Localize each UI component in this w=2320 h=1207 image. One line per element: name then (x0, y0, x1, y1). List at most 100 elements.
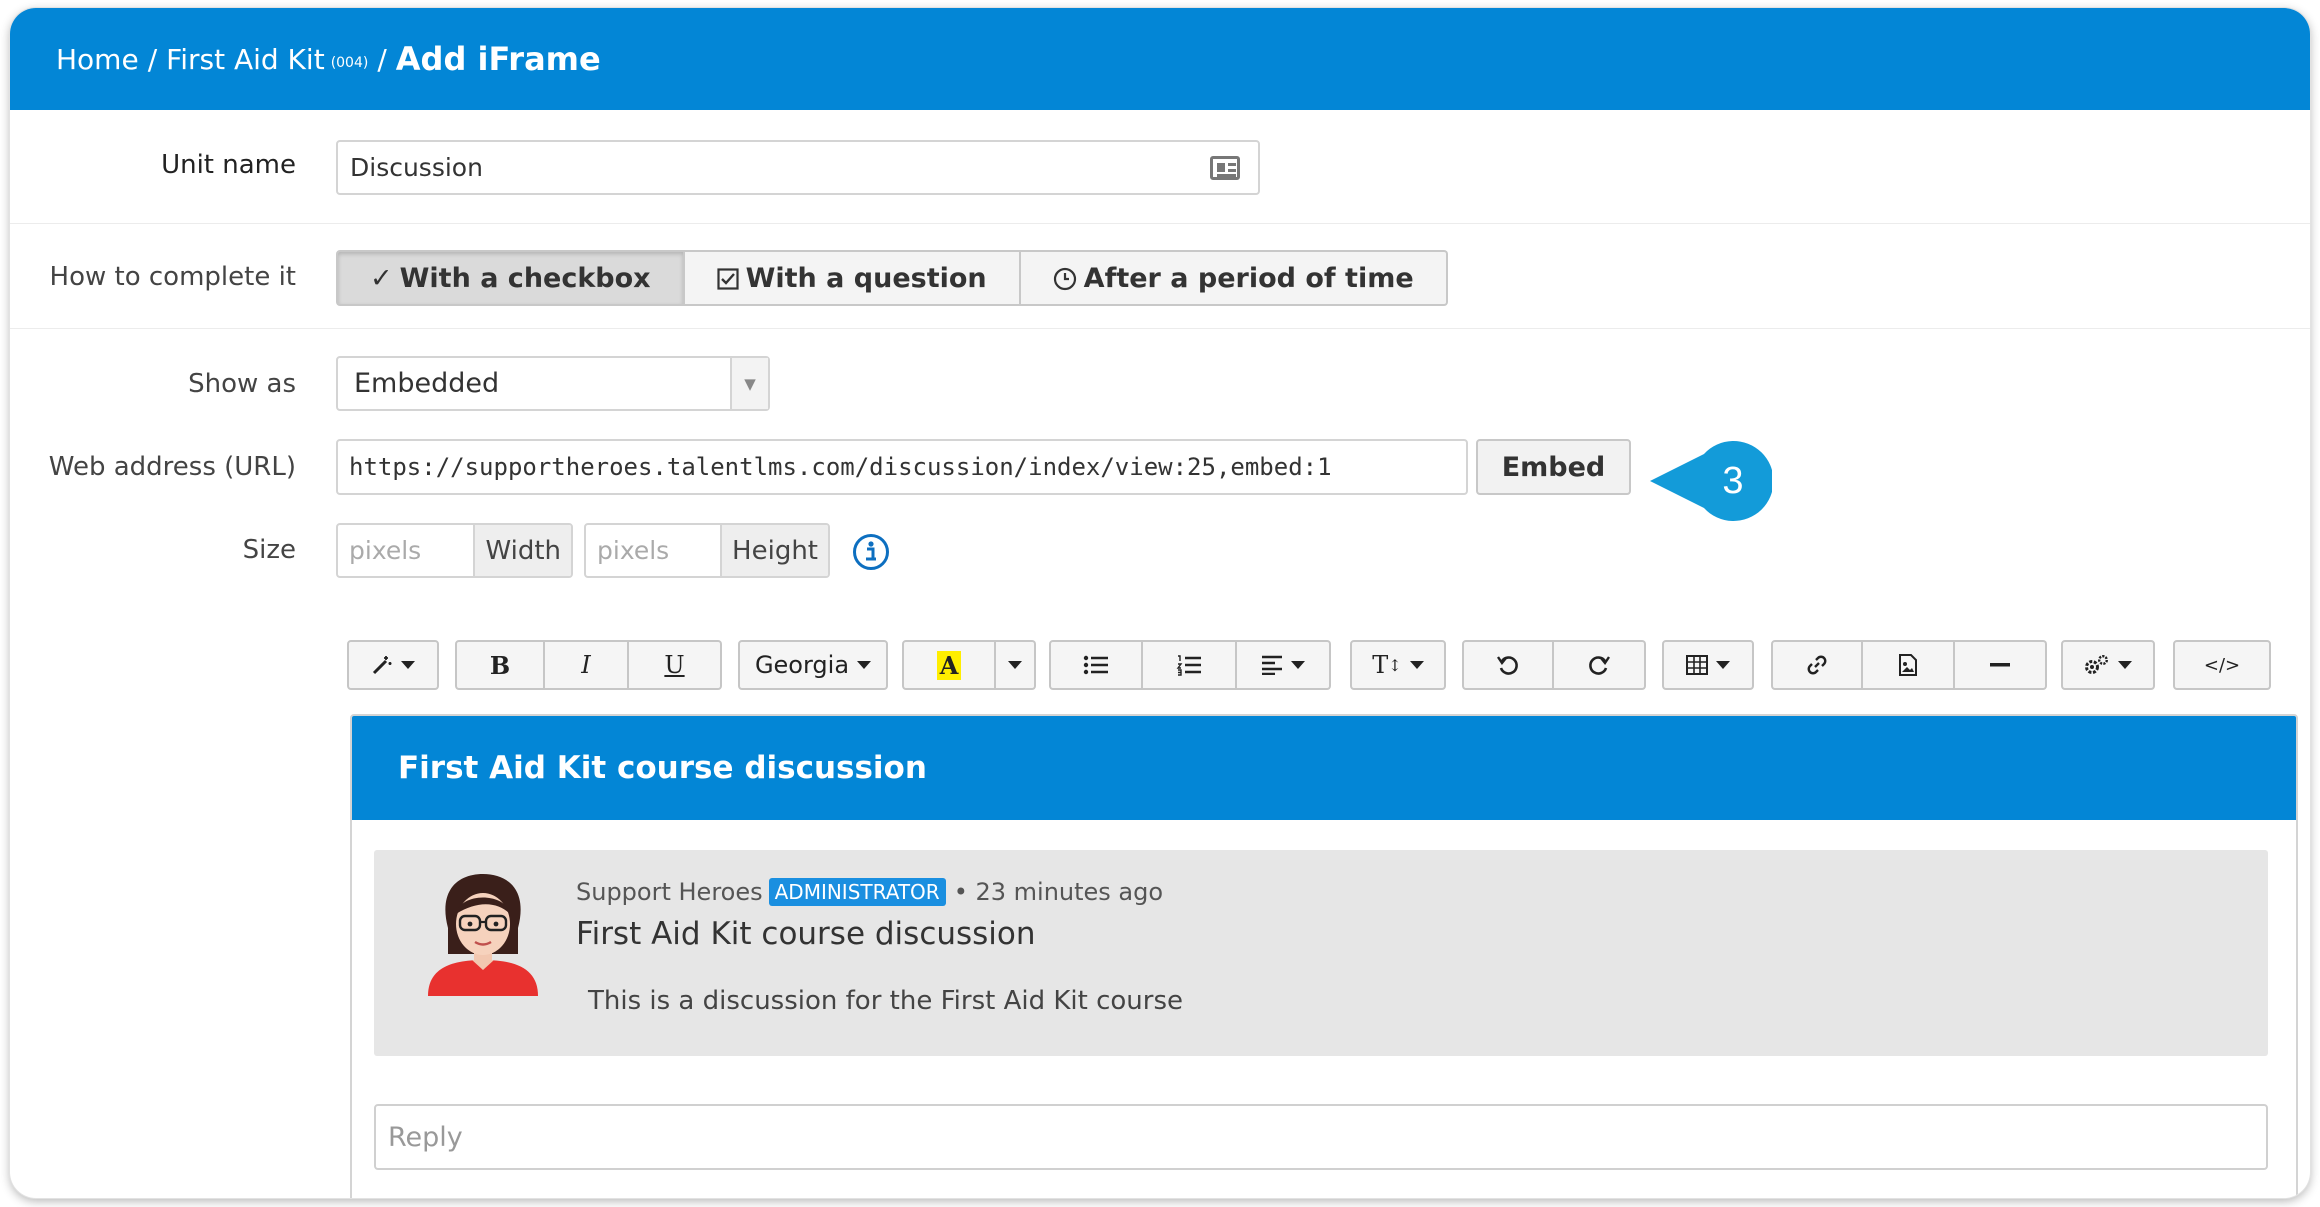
after-period-option[interactable]: After a period of time (1020, 250, 1448, 306)
breadcrumb-home[interactable]: Home (56, 43, 139, 76)
height-input[interactable]: pixels Height (584, 523, 830, 578)
height-placeholder: pixels (597, 536, 670, 565)
horizontal-rule-button[interactable] (1955, 640, 2047, 690)
url-value: https://supportheroes.talentlms.com/disc… (349, 453, 1332, 481)
font-size-icon: T (1372, 651, 1389, 679)
redo-icon (1589, 656, 1610, 675)
discussion-post: Support Heroes ADMINISTRATOR • 23 minute… (374, 850, 2268, 1056)
redo-button[interactable] (1554, 640, 1646, 690)
link-icon (1807, 655, 1827, 675)
id-card-icon (1210, 156, 1240, 180)
callout-number: 3 (1722, 459, 1744, 502)
embed-button[interactable]: Embed (1476, 439, 1631, 495)
completion-label: How to complete it (49, 262, 296, 292)
reply-input[interactable]: Reply (374, 1104, 2268, 1170)
with-question-option[interactable]: With a question (684, 250, 1021, 306)
code-group: </> (2173, 640, 2271, 690)
table-dropdown[interactable] (1662, 640, 1754, 690)
numbered-list-icon (1176, 655, 1201, 676)
table-icon (1686, 655, 1708, 675)
bullet-list-button[interactable] (1049, 640, 1143, 690)
font-family-dropdown[interactable]: Georgia (738, 640, 888, 690)
breadcrumb-course-code: (004) (330, 55, 369, 71)
font-group: Georgia (738, 640, 888, 690)
highlight-button[interactable]: A (902, 640, 996, 690)
with-checkbox-option[interactable]: ✓ With a checkbox (336, 250, 685, 306)
image-icon (1899, 654, 1917, 676)
insert-image-button[interactable] (1863, 640, 1955, 690)
font-size-group: T ↕ (1350, 640, 1446, 690)
step-callout: 3 (1650, 440, 1774, 522)
font-family-value: Georgia (754, 651, 850, 679)
completion-options: ✓ With a checkbox With a question After … (336, 250, 1448, 306)
add-iframe-panel: Home / First Aid Kit (004) / Add iFrame … (10, 8, 2310, 1198)
chevron-down-icon (1291, 661, 1305, 669)
horizontal-rule-icon (1990, 663, 2010, 667)
magic-style-button[interactable] (347, 640, 439, 690)
style-group (347, 640, 439, 690)
avatar (428, 874, 538, 996)
width-input[interactable]: pixels Width (336, 523, 573, 578)
checkbox-icon (717, 263, 739, 294)
text-format-group: B I U (455, 640, 722, 690)
highlight-icon: A (936, 650, 962, 680)
url-input[interactable]: https://supportheroes.talentlms.com/disc… (336, 439, 1468, 495)
breadcrumb: Home / First Aid Kit (004) / Add iFrame (10, 8, 2310, 110)
reply-placeholder: Reply (388, 1121, 463, 1153)
code-icon: </> (2203, 654, 2241, 676)
divider (10, 223, 2310, 224)
size-label: Size (242, 535, 296, 565)
chevron-down-icon (1716, 661, 1730, 669)
post-title: First Aid Kit course discussion (576, 916, 1036, 952)
numbered-list-button[interactable] (1143, 640, 1237, 690)
checkmark-icon: ✓ (370, 262, 393, 294)
italic-button[interactable]: I (545, 640, 629, 690)
show-as-select[interactable]: Embedded ▼ (336, 356, 770, 411)
align-dropdown[interactable] (1237, 640, 1331, 690)
with-question-label: With a question (745, 262, 987, 294)
bullet-list-icon (1083, 655, 1108, 675)
unit-name-input[interactable]: Discussion (336, 140, 1260, 195)
table-group (1662, 640, 1754, 690)
post-author[interactable]: Support Heroes (576, 878, 763, 906)
clock-icon (1053, 263, 1077, 294)
align-left-icon (1262, 655, 1282, 675)
undo-button[interactable] (1462, 640, 1554, 690)
insert-group (1771, 640, 2047, 690)
width-addon: Width (473, 525, 571, 576)
chevron-down-icon (857, 661, 872, 669)
undo-icon (1497, 656, 1518, 675)
post-meta: Support Heroes ADMINISTRATOR • 23 minute… (576, 878, 1163, 906)
settings-dropdown[interactable] (2061, 640, 2155, 690)
show-as-value: Embedded (354, 368, 500, 399)
embedded-page-title: First Aid Kit course discussion (352, 716, 2296, 820)
list-group (1049, 640, 1331, 690)
chevron-down-icon (401, 661, 415, 669)
settings-group (2061, 640, 2155, 690)
insert-link-button[interactable] (1771, 640, 1863, 690)
role-badge: ADMINISTRATOR (768, 878, 946, 906)
breadcrumb-separator: / (377, 42, 387, 76)
chevron-down-icon (1409, 661, 1424, 669)
font-size-dropdown[interactable]: T ↕ (1350, 640, 1446, 690)
chevron-down-icon[interactable]: ▼ (730, 358, 768, 409)
height-addon: Height (720, 525, 828, 576)
code-view-button[interactable]: </> (2173, 640, 2271, 690)
after-period-label: After a period of time (1083, 262, 1414, 294)
show-as-label: Show as (188, 369, 296, 399)
page-title: Add iFrame (395, 40, 601, 78)
breadcrumb-course[interactable]: First Aid Kit (166, 43, 325, 76)
unit-name-value: Discussion (350, 153, 483, 182)
editor-content[interactable]: First Aid Kit course discussion Support … (350, 714, 2298, 1198)
underline-button[interactable]: U (629, 640, 722, 690)
post-body: This is a discussion for the First Aid K… (588, 986, 1183, 1016)
info-icon[interactable] (852, 533, 890, 571)
magic-wand-icon (372, 656, 392, 675)
color-group: A (902, 640, 1036, 690)
with-checkbox-label: With a checkbox (399, 262, 651, 294)
url-label: Web address (URL) (48, 452, 296, 482)
gears-icon (2085, 655, 2108, 674)
bold-button[interactable]: B (455, 640, 545, 690)
color-dropdown[interactable] (996, 640, 1036, 690)
unit-name-label: Unit name (161, 150, 296, 180)
